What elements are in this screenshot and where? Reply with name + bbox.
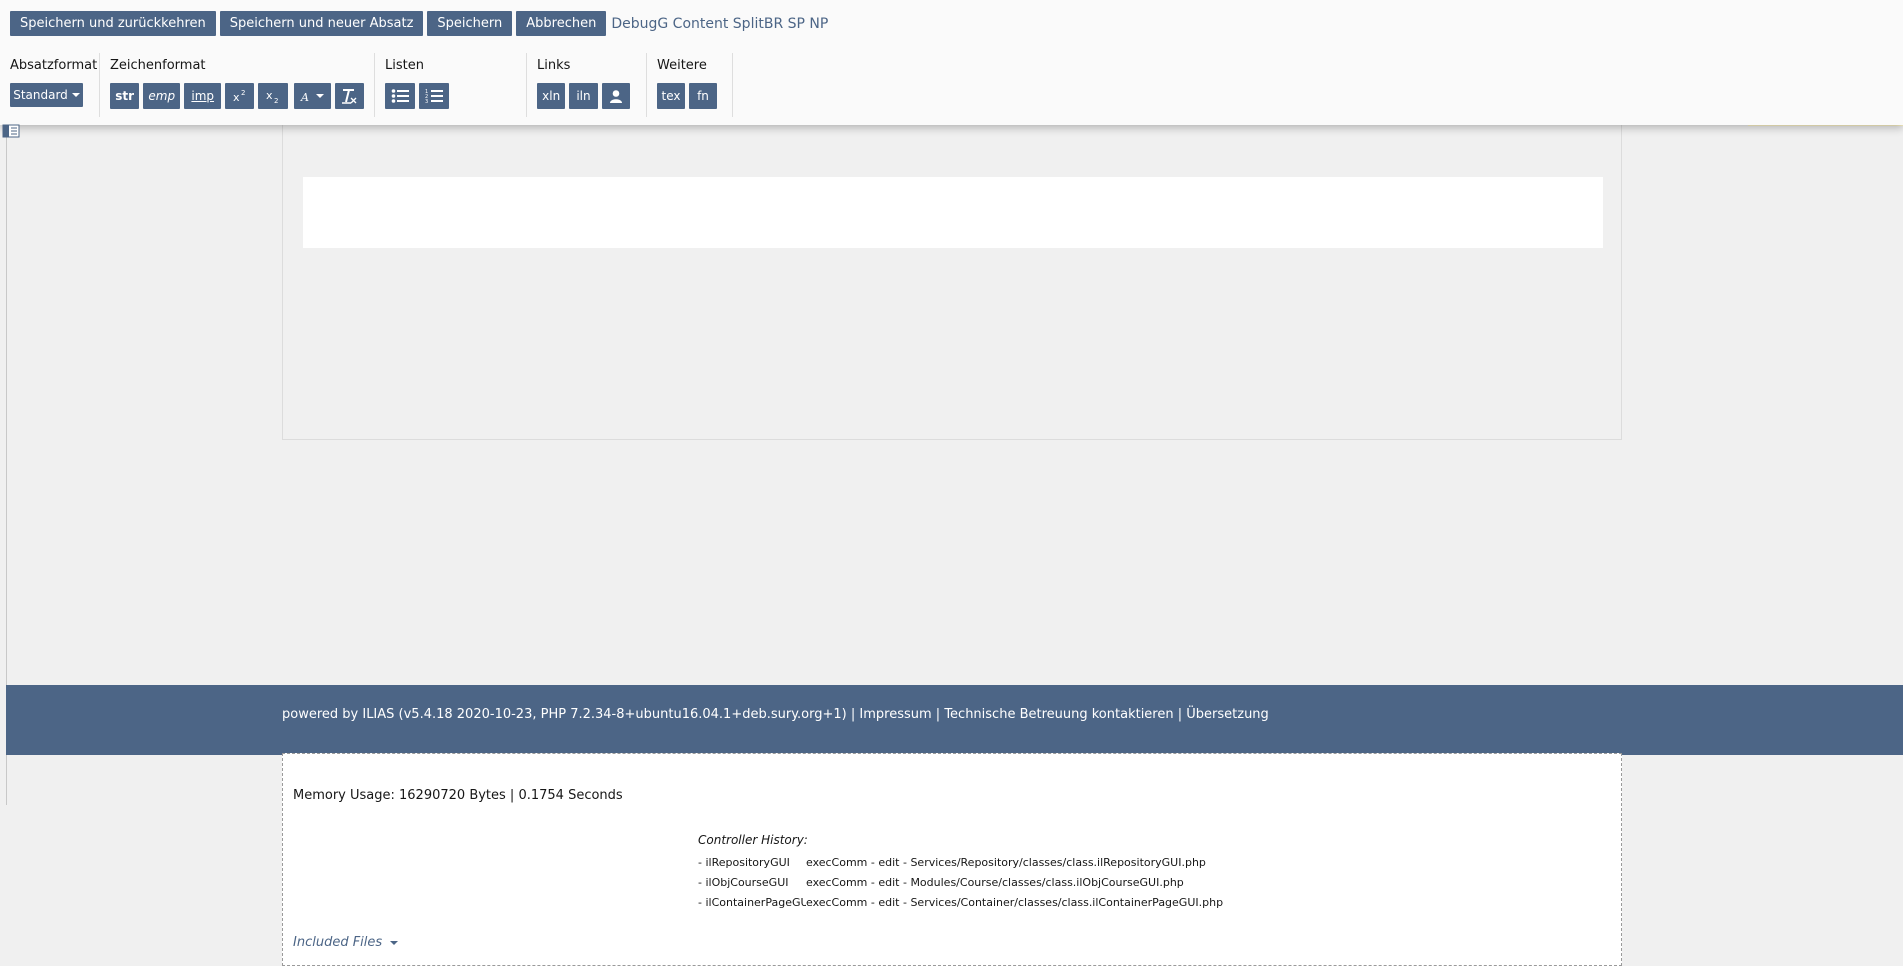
save-and-new-paragraph-button[interactable]: Speichern und neuer Absatz (219, 11, 424, 36)
svg-text:2: 2 (241, 89, 245, 97)
powered-by-text: powered by ILIAS (v5.4.18 2020-10-23, PH… (282, 707, 847, 722)
save-button[interactable]: Speichern (427, 11, 513, 36)
chevron-down-icon (71, 93, 80, 97)
user-link-button[interactable] (601, 83, 630, 109)
paragraph-format-group: Absatzformat Standard (0, 53, 100, 117)
editor-toolbar: Speichern und zurückkehren Speichern und… (0, 0, 1903, 125)
page-title: DebugG Content SplitBR SP NP (611, 15, 829, 32)
superscript-icon: x 2 (233, 89, 245, 103)
page-editor-panel (282, 110, 1622, 440)
svg-text:3: 3 (425, 99, 428, 104)
cancel-button[interactable]: Abbrechen (516, 11, 607, 36)
clear-format-icon (342, 89, 357, 104)
bullet-list-icon (391, 89, 409, 103)
clear-format-button[interactable] (334, 83, 364, 109)
translation-link[interactable]: Übersetzung (1186, 707, 1269, 722)
tex-button[interactable]: tex (657, 83, 685, 109)
more-label: Weitere (657, 58, 707, 73)
chevron-down-icon (316, 94, 325, 98)
page-footer: powered by ILIAS (v5.4.18 2020-10-23, PH… (6, 685, 1903, 755)
save-and-return-button[interactable]: Speichern und zurückkehren (10, 11, 216, 36)
impressum-link[interactable]: Impressum (859, 707, 931, 722)
user-icon (609, 90, 622, 103)
sidebar-toggle-icon[interactable] (2, 124, 20, 138)
character-format-group: Zeichenformat str emp imp x 2 x 2 A (100, 53, 375, 117)
links-group: Links xln iln (527, 53, 647, 117)
memory-usage: Memory Usage: 16290720 Bytes | 0.1754 Se… (293, 788, 623, 803)
numbered-list-button[interactable]: 1 2 3 (419, 83, 449, 109)
paragraph-style-dropdown[interactable]: Standard (10, 83, 83, 107)
svg-text:x: x (266, 89, 273, 102)
format-groups: Absatzformat Standard Zeichenformat str … (0, 53, 733, 117)
subscript-button[interactable]: x 2 (258, 83, 288, 109)
bullet-list-button[interactable] (385, 83, 415, 109)
external-link-button[interactable]: xln (537, 83, 566, 109)
svg-text:x: x (233, 91, 240, 103)
emphasis-button[interactable]: emp (143, 83, 181, 109)
lists-label: Listen (385, 58, 424, 73)
paragraph-format-label: Absatzformat (10, 58, 98, 73)
numbered-list-icon: 1 2 3 (425, 89, 443, 104)
font-icon: A (300, 91, 309, 102)
strong-button[interactable]: str (110, 83, 140, 109)
text-style-dropdown[interactable]: A (293, 83, 331, 109)
controller-history-title: Controller History: (698, 833, 808, 847)
svg-text:2: 2 (274, 97, 278, 103)
lists-group: Listen 1 2 3 (375, 53, 527, 117)
support-contact-link[interactable]: Technische Betreuung kontaktieren (944, 707, 1173, 722)
links-label: Links (537, 58, 571, 73)
list-item: - ilObjCourseGUI execComm - edit - Modul… (698, 876, 1184, 889)
list-item: - ilRepositoryGUI execComm - edit - Serv… (698, 856, 1206, 869)
paragraph-style-value: Standard (13, 88, 68, 102)
footnote-button[interactable]: fn (689, 83, 717, 109)
internal-link-button[interactable]: iln (569, 83, 598, 109)
subscript-icon: x 2 (266, 89, 278, 103)
footer-text: powered by ILIAS (v5.4.18 2020-10-23, PH… (282, 707, 1269, 722)
character-format-label: Zeichenformat (110, 58, 206, 73)
debug-panel: Memory Usage: 16290720 Bytes | 0.1754 Se… (282, 753, 1622, 966)
more-group: Weitere tex fn (647, 53, 733, 117)
included-files-toggle[interactable]: Included Files (293, 935, 399, 950)
controller-history: Controller History: - ilRepositoryGUI ex… (698, 833, 1223, 913)
paragraph-editor-field[interactable] (303, 177, 1603, 248)
chevron-down-icon (390, 940, 399, 945)
svg-text:A: A (300, 91, 309, 102)
action-bar: Speichern und zurückkehren Speichern und… (10, 11, 828, 36)
superscript-button[interactable]: x 2 (225, 83, 255, 109)
important-button[interactable]: imp (184, 83, 222, 109)
list-item: - ilContainerPageGUI execComm - edit - S… (698, 896, 1224, 909)
